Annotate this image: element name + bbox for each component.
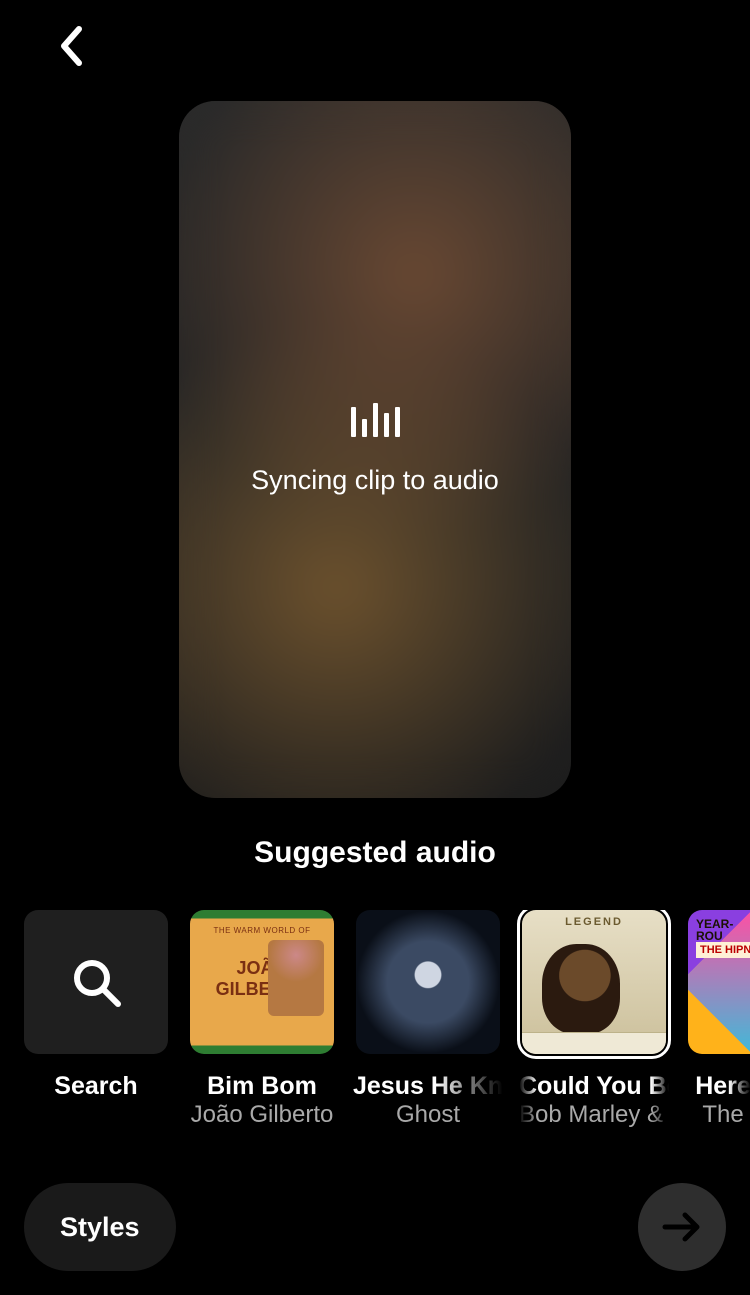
- styles-button[interactable]: Styles: [24, 1183, 176, 1271]
- album-figure: [542, 944, 620, 1034]
- audio-cover[interactable]: LEGEND: [522, 910, 666, 1054]
- audio-cover[interactable]: THE WARM WORLD OF JOÃO GILBERTO: [190, 910, 334, 1054]
- arrow-right-icon: [661, 1209, 703, 1245]
- sync-status-text: Syncing clip to audio: [251, 465, 499, 496]
- audio-artist: Ghost: [396, 1101, 460, 1129]
- audio-search-item: Search: [24, 910, 168, 1129]
- album-figure: [268, 940, 324, 1016]
- audio-item-could-you-be-loved: LEGEND Could You Be Loved Bob Marley & T…: [522, 910, 666, 1129]
- search-label: Search: [54, 1072, 137, 1101]
- audio-cover[interactable]: [356, 910, 500, 1054]
- search-icon: [68, 954, 124, 1010]
- audio-item-here: YEAR-ROU THE HIPN Here The: [688, 910, 750, 1129]
- clip-preview: Syncing clip to audio: [179, 101, 571, 798]
- audio-cover[interactable]: YEAR-ROU THE HIPN: [688, 910, 750, 1054]
- audio-item-jesus-he: Jesus He Knows Me Ghost: [356, 910, 500, 1129]
- chevron-left-icon: [57, 25, 87, 67]
- audio-item-bim-bom: THE WARM WORLD OF JOÃO GILBERTO Bim Bom …: [190, 910, 334, 1129]
- audio-title: Jesus He Knows Me: [353, 1072, 503, 1101]
- preview-status: Syncing clip to audio: [251, 403, 499, 496]
- styles-label: Styles: [60, 1212, 140, 1243]
- album-text: LEGEND: [522, 916, 666, 928]
- suggested-audio-row[interactable]: Search THE WARM WORLD OF JOÃO GILBERTO B…: [24, 910, 750, 1129]
- audio-bars-icon: [351, 403, 400, 437]
- audio-title: Bim Bom: [207, 1072, 317, 1101]
- album-bar: [522, 1032, 666, 1054]
- audio-title: Could You Be Loved: [519, 1072, 669, 1101]
- album-text: YEAR-ROU: [696, 918, 750, 942]
- next-button[interactable]: [638, 1183, 726, 1271]
- audio-artist: The: [702, 1101, 743, 1129]
- album-text: THE WARM WORLD OF: [190, 926, 334, 935]
- audio-artist: João Gilberto: [191, 1101, 334, 1129]
- audio-artist: Bob Marley & The Wailers: [519, 1101, 669, 1129]
- audio-title: Here: [695, 1072, 750, 1101]
- suggested-audio-heading: Suggested audio: [0, 836, 750, 870]
- album-text: THE HIPN: [696, 942, 750, 958]
- back-button[interactable]: [48, 22, 96, 70]
- search-audio-button[interactable]: [24, 910, 168, 1054]
